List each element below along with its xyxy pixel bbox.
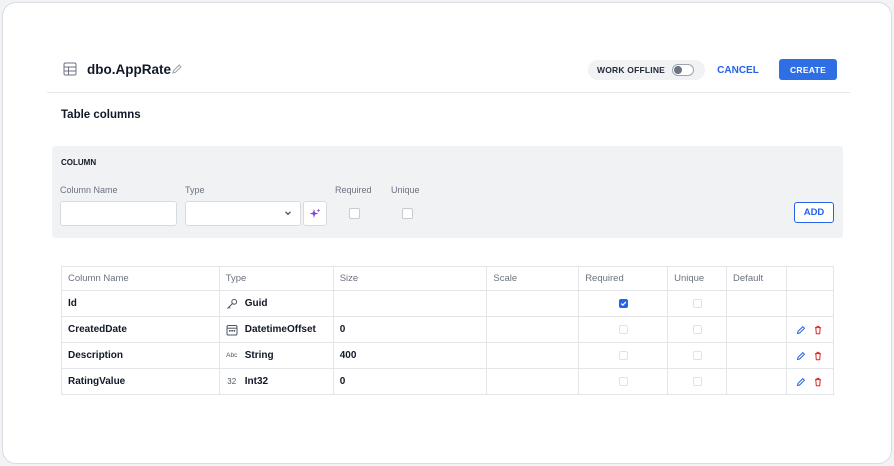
- cell-default: [726, 290, 787, 317]
- cell-size: 0: [332, 368, 488, 395]
- edit-title-pencil-icon[interactable]: [171, 63, 183, 75]
- header-default: Default: [726, 266, 787, 291]
- required-checkbox[interactable]: [349, 208, 360, 219]
- table-row: Id Guid: [61, 290, 835, 317]
- cell-actions: [785, 368, 835, 395]
- cell-scale: [486, 290, 580, 317]
- dialog-card: dbo.AppRate WORK OFFLINE CANCEL CREATE T…: [2, 2, 892, 464]
- page-title: dbo.AppRate: [87, 62, 171, 77]
- cell-type: 32 Int32: [218, 368, 334, 395]
- column-name-label: Column Name: [60, 185, 118, 195]
- header-actions: [785, 266, 835, 291]
- table-row: Description Abc String 400: [61, 342, 835, 369]
- cell-size: [332, 290, 488, 317]
- delete-trash-icon[interactable]: [813, 351, 823, 361]
- cell-column-name: RatingValue: [61, 368, 220, 395]
- edit-pencil-icon[interactable]: [796, 351, 806, 361]
- edit-pencil-icon[interactable]: [796, 325, 806, 335]
- sparkle-icon: [309, 208, 321, 218]
- delete-trash-icon[interactable]: [813, 325, 823, 335]
- cell-actions: [785, 290, 835, 317]
- number-icon: 32: [227, 377, 237, 386]
- cell-unique: [667, 368, 728, 395]
- unique-label: Unique: [391, 185, 420, 195]
- cell-size: 0: [332, 316, 488, 343]
- cell-column-name: CreatedDate: [61, 316, 220, 343]
- header-unique: Unique: [667, 266, 728, 291]
- type-text: DatetimeOffset: [244, 324, 316, 335]
- work-offline-toggle[interactable]: [672, 64, 694, 76]
- chevron-down-icon: [285, 211, 291, 216]
- key-icon: [226, 298, 237, 309]
- cell-column-name: Description: [61, 342, 220, 369]
- cell-unique: [667, 290, 728, 317]
- cell-unique: [667, 342, 728, 369]
- unique-checkbox[interactable]: [692, 324, 702, 334]
- column-panel-title: COLUMN: [61, 158, 97, 167]
- cell-type: Guid: [218, 290, 334, 317]
- cell-actions: [785, 316, 835, 343]
- cell-type: DatetimeOffset: [218, 316, 334, 343]
- cell-default: [726, 316, 787, 343]
- cancel-button[interactable]: CANCEL: [714, 59, 762, 81]
- work-offline-control: WORK OFFLINE: [588, 60, 705, 80]
- header-required: Required: [578, 266, 669, 291]
- dialog-header: dbo.AppRate WORK OFFLINE CANCEL CREATE: [47, 53, 850, 93]
- cell-column-name: Id: [61, 290, 220, 317]
- header-scale: Scale: [486, 266, 580, 291]
- table-icon: [63, 62, 77, 76]
- header-type: Type: [218, 266, 334, 291]
- delete-trash-icon[interactable]: [813, 377, 823, 387]
- type-text: Int32: [244, 376, 269, 387]
- column-form-panel: COLUMN Column Name Type Required Unique …: [52, 146, 843, 238]
- cell-scale: [486, 342, 580, 369]
- edit-pencil-icon[interactable]: [796, 377, 806, 387]
- required-checkbox[interactable]: [618, 376, 628, 386]
- column-name-input[interactable]: [60, 201, 177, 226]
- type-label: Type: [185, 185, 205, 195]
- header-column-name: Column Name: [61, 266, 220, 291]
- calendar-icon: [226, 324, 238, 335]
- check-icon: [620, 301, 626, 306]
- cell-default: [726, 342, 787, 369]
- cell-scale: [486, 368, 580, 395]
- cell-type: Abc String: [218, 342, 334, 369]
- table-row: CreatedDate DatetimeOffset 0: [61, 316, 835, 343]
- cell-actions: [785, 342, 835, 369]
- required-checkbox-checked[interactable]: [618, 298, 628, 308]
- cell-required: [578, 342, 669, 369]
- unique-checkbox[interactable]: [692, 376, 702, 386]
- columns-table: Column Name Type Size Scale Required Uni…: [61, 266, 835, 395]
- section-title: Table columns: [61, 109, 141, 121]
- text-abc-icon: Abc: [226, 352, 238, 359]
- required-checkbox[interactable]: [618, 350, 628, 360]
- toggle-knob: [674, 66, 682, 74]
- cell-required: [578, 368, 669, 395]
- type-select[interactable]: [185, 201, 301, 226]
- required-checkbox[interactable]: [618, 324, 628, 334]
- cell-size: 400: [332, 342, 488, 369]
- cell-unique: [667, 316, 728, 343]
- create-button[interactable]: CREATE: [779, 59, 837, 80]
- cell-required: [578, 290, 669, 317]
- cell-scale: [486, 316, 580, 343]
- cell-default: [726, 368, 787, 395]
- header-size: Size: [332, 266, 488, 291]
- table-row: RatingValue 32 Int32 0: [61, 368, 835, 395]
- type-text: String: [244, 350, 274, 361]
- work-offline-label: WORK OFFLINE: [597, 65, 666, 75]
- cell-required: [578, 316, 669, 343]
- table-header-row: Column Name Type Size Scale Required Uni…: [61, 266, 835, 291]
- unique-checkbox[interactable]: [692, 298, 702, 308]
- add-column-button[interactable]: ADD: [794, 202, 834, 223]
- ai-suggest-button[interactable]: [303, 201, 327, 226]
- required-label: Required: [335, 185, 372, 195]
- unique-checkbox[interactable]: [402, 208, 413, 219]
- type-text: Guid: [244, 298, 268, 309]
- unique-checkbox[interactable]: [692, 350, 702, 360]
